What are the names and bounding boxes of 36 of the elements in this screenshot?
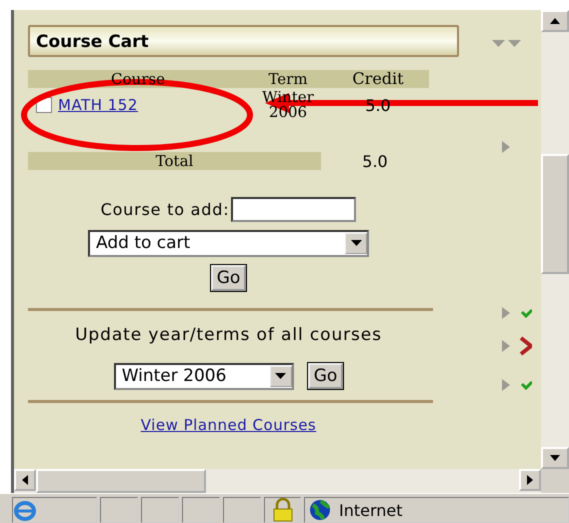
course-link[interactable]: MATH 152 bbox=[58, 96, 138, 114]
scroll-left-button[interactable] bbox=[14, 469, 36, 492]
triangle-icon bbox=[502, 140, 510, 153]
up-arrow-icon bbox=[550, 18, 560, 24]
credit-cell-text: 5.0 bbox=[364, 96, 392, 117]
cross-icon bbox=[502, 336, 532, 356]
go-button[interactable]: Go bbox=[210, 264, 246, 291]
go-button[interactable]: Go bbox=[308, 363, 344, 390]
down-arrow-icon bbox=[550, 455, 560, 462]
right-arrow-icon bbox=[527, 475, 533, 486]
scroll-up-button[interactable] bbox=[541, 10, 569, 32]
vertical-scrollbar[interactable] bbox=[541, 10, 569, 470]
course-to-add-label: Course to add: bbox=[100, 200, 230, 219]
checkmark-icon bbox=[502, 306, 532, 320]
course-input-field[interactable] bbox=[231, 196, 356, 222]
scrollbar-thumb[interactable] bbox=[36, 469, 206, 493]
scrollbar-thumb[interactable] bbox=[541, 154, 569, 274]
zone-label: Internet bbox=[339, 500, 403, 520]
term-dropdown[interactable]: Winter 2006 bbox=[114, 362, 294, 390]
update-terms-label: Update year/terms of all courses bbox=[74, 324, 383, 345]
browser-icon bbox=[13, 499, 37, 521]
scroll-right-button[interactable] bbox=[519, 469, 541, 492]
total-label: Total bbox=[28, 152, 321, 170]
panel-title: Course Cart bbox=[28, 24, 459, 57]
left-arrow-icon bbox=[22, 475, 28, 486]
view-planned-courses-link[interactable]: View Planned Courses bbox=[140, 416, 316, 434]
column-header: Term bbox=[267, 70, 309, 88]
double-chevron-icon bbox=[492, 40, 522, 48]
column-header: Credit bbox=[351, 70, 405, 88]
checkmark-icon bbox=[502, 378, 532, 392]
scroll-down-button[interactable] bbox=[541, 447, 569, 470]
padlock-icon bbox=[272, 498, 294, 522]
total-value: 5.0 bbox=[361, 152, 389, 171]
action-dropdown[interactable]: Add to cart bbox=[88, 230, 369, 257]
globe-icon bbox=[309, 499, 331, 521]
horizontal-scrollbar[interactable] bbox=[14, 469, 541, 493]
